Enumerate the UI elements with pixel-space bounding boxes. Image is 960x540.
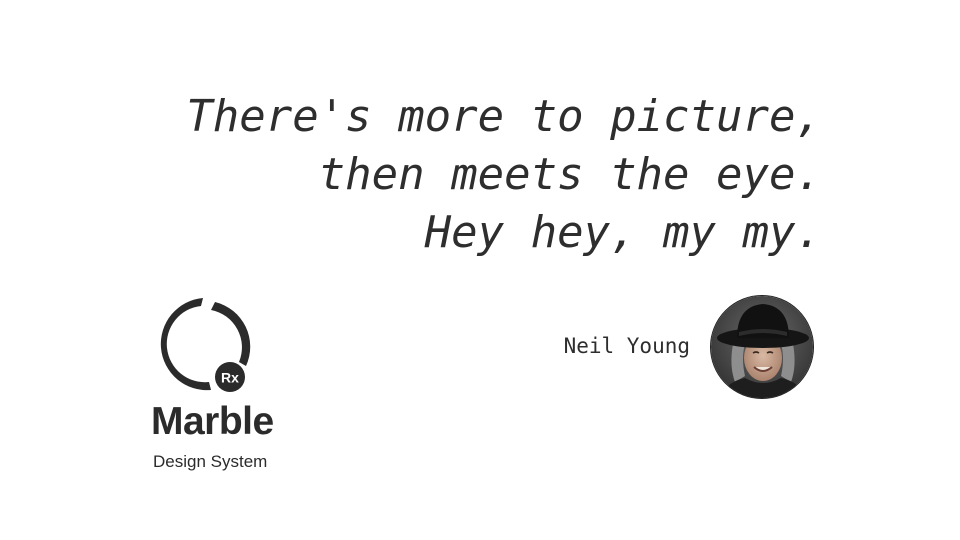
quote-slide: There's more to picture, then meets the … xyxy=(0,0,960,540)
quote-line: There's more to picture, xyxy=(186,91,822,142)
author-avatar xyxy=(710,295,814,399)
brand-tagline: Design System xyxy=(153,452,268,471)
marble-logo-icon: Rx xyxy=(160,298,251,392)
logo-badge-text: Rx xyxy=(221,370,239,386)
brand-name: Marble xyxy=(151,400,274,443)
quote-text: There's more to picture, then meets the … xyxy=(100,88,822,262)
author-photo-icon xyxy=(711,296,813,398)
quote-line: then meets the eye. xyxy=(318,149,822,200)
quote-line: Hey hey, my my. xyxy=(424,207,822,258)
brand-logo: Rx Marble Design System xyxy=(145,292,305,482)
quote-author: Neil Young xyxy=(563,334,690,358)
